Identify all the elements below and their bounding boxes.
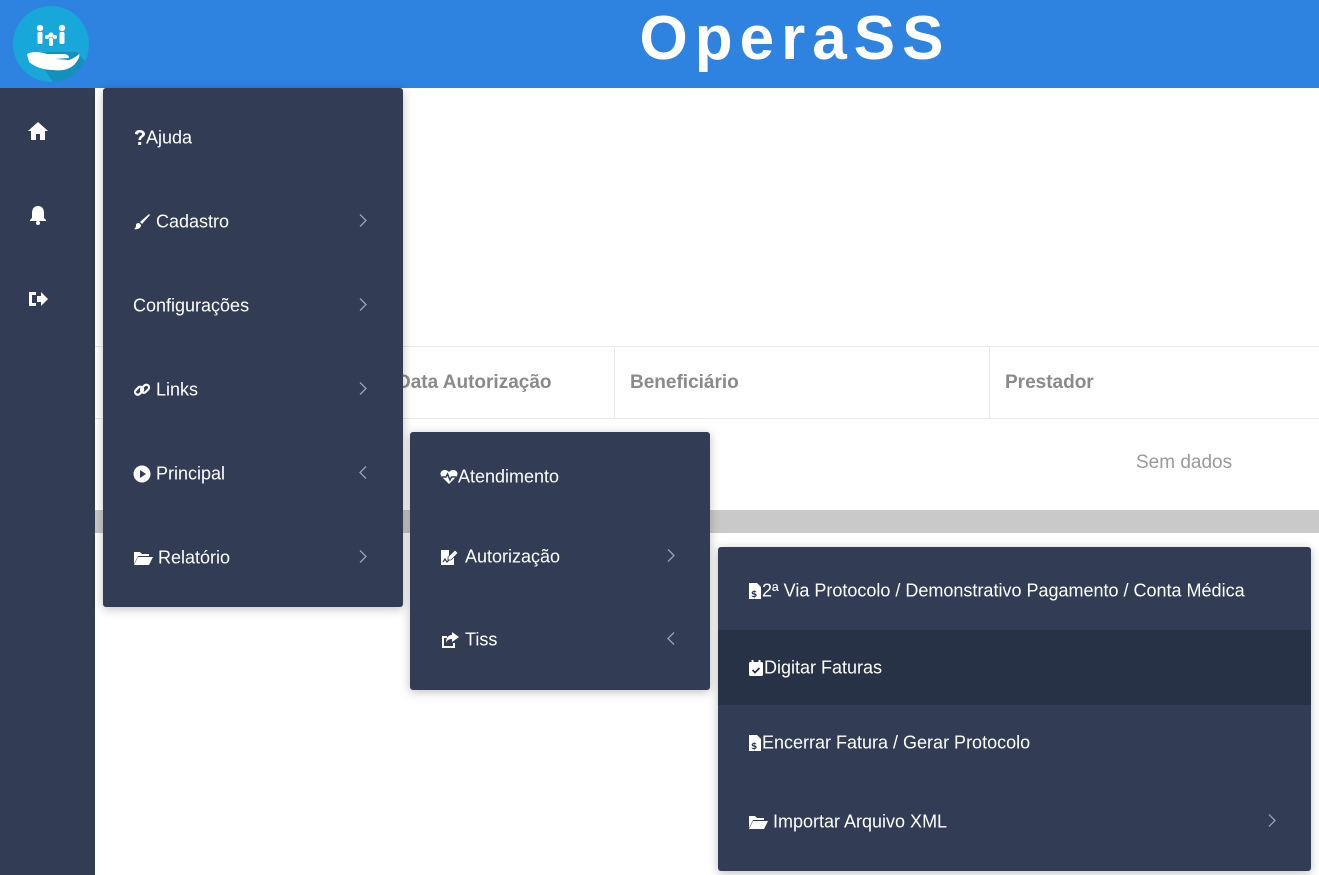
menu-item-atendimento[interactable]: Atendimento <box>410 437 710 517</box>
menu-item-digitar-faturas[interactable]: Digitar Faturas <box>718 630 1311 705</box>
principal-submenu: Atendimento Autorização Tiss <box>410 432 710 690</box>
menu-item-label: Autorização <box>465 546 561 567</box>
menu-item-label: Ajuda <box>146 127 193 148</box>
tiss-submenu: $ 2ª Via Protocolo / Demonstrativo Pagam… <box>718 547 1311 871</box>
chevron-right-icon <box>359 212 367 233</box>
heartbeat-icon <box>440 469 458 485</box>
link-icon <box>133 381 151 399</box>
menu-item-label: Digitar Faturas <box>764 657 883 677</box>
menu-item-label: Cadastro <box>156 211 230 232</box>
menu-item-label: Relatório <box>158 547 231 568</box>
menu-item-label: 2ª Via Protocolo / Demonstrativo Pagamen… <box>762 580 1245 601</box>
menu-item-ajuda[interactable]: Ajuda <box>103 96 403 180</box>
question-icon <box>134 129 146 147</box>
svg-text:$: $ <box>751 742 757 752</box>
chevron-right-icon <box>1268 812 1276 833</box>
folder-open-icon <box>133 550 153 566</box>
column-header-beneficiario[interactable]: Beneficiário <box>630 347 739 418</box>
chevron-right-icon <box>667 547 675 568</box>
chevron-right-icon <box>359 380 367 401</box>
column-header-prestador[interactable]: Prestador <box>1005 347 1094 418</box>
menu-item-configuracoes[interactable]: Configurações <box>103 264 403 348</box>
svg-text:$: $ <box>751 590 757 600</box>
sidebar <box>0 88 95 875</box>
menu-item-label: Configurações <box>133 295 250 316</box>
menu-item-encerrar-fatura[interactable]: $ Encerrar Fatura / Gerar Protocolo <box>718 705 1311 780</box>
invoice-dollar-icon: $ <box>748 582 762 600</box>
menu-item-relatorio[interactable]: Relatório <box>103 516 403 600</box>
column-divider <box>989 347 990 418</box>
column-header-data-autorizacao[interactable]: Data Autorização <box>397 347 552 418</box>
menu-item-label: Atendimento <box>458 466 560 487</box>
column-divider <box>614 347 615 418</box>
menu-item-label: Tiss <box>465 629 498 650</box>
calendar-check-icon <box>748 659 764 677</box>
invoice-dollar-icon: $ <box>748 734 762 752</box>
chevron-right-icon <box>359 296 367 317</box>
menu-item-tiss[interactable]: Tiss <box>410 597 710 683</box>
menu-item-importar-arquivo-xml[interactable]: Importar Arquivo XML <box>718 780 1311 864</box>
menu-item-label: Principal <box>156 463 226 484</box>
share-square-icon <box>440 631 460 649</box>
chevron-left-icon <box>359 464 367 485</box>
sign-out-icon[interactable] <box>26 287 50 311</box>
signature-icon <box>440 548 460 566</box>
app-title: OperaSS <box>639 4 951 73</box>
menu-item-links[interactable]: Links <box>103 348 403 432</box>
menu-item-label: Encerrar Fatura / Gerar Protocolo <box>762 732 1031 752</box>
empty-table-message: Sem dados <box>1136 452 1233 473</box>
bell-icon[interactable] <box>26 203 50 227</box>
menu-item-principal[interactable]: Principal <box>103 432 403 516</box>
menu-item-label: Links <box>156 379 199 400</box>
menu-item-segunda-via-protocolo[interactable]: $ 2ª Via Protocolo / Demonstrativo Pagam… <box>718 552 1311 630</box>
menu-item-label: Importar Arquivo XML <box>773 811 948 832</box>
home-icon[interactable] <box>26 119 50 143</box>
main-menu: Ajuda Cadastro Configurações Links Princ… <box>103 88 403 607</box>
chevron-left-icon <box>667 630 675 651</box>
menu-item-autorizacao[interactable]: Autorização <box>410 517 710 597</box>
menu-item-cadastro[interactable]: Cadastro <box>103 180 403 264</box>
folder-open-icon <box>748 814 768 830</box>
chevron-right-icon <box>359 548 367 569</box>
play-circle-icon <box>133 465 151 483</box>
app-header: OperaSS <box>0 0 1319 88</box>
brush-icon <box>133 213 151 231</box>
